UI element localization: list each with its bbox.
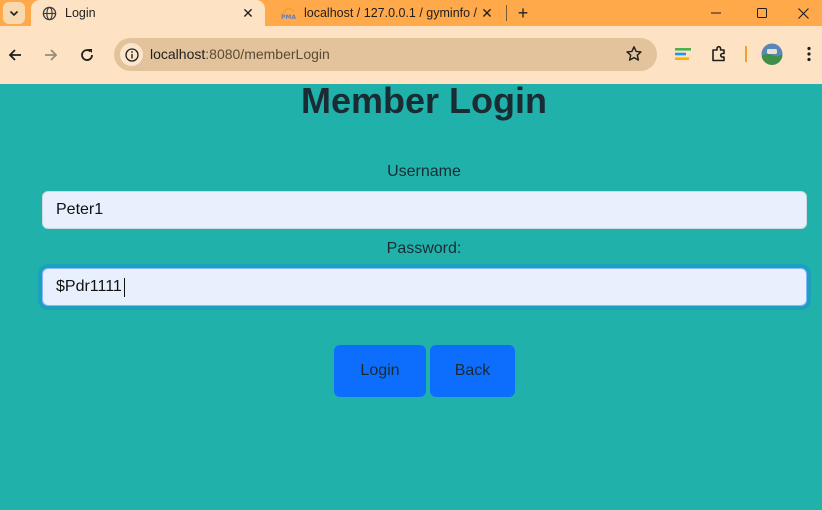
toolbar-divider [745,46,747,62]
back-nav-button[interactable] [2,42,28,68]
phpmyadmin-icon: PMA [280,5,296,21]
bookmark-star-icon[interactable] [625,45,643,63]
browser-toolbar: localhost:8080/memberLogin [0,26,822,84]
reading-list-icon[interactable] [672,43,694,65]
arrow-left-icon [8,49,21,61]
maximize-button[interactable] [739,0,785,26]
url-text[interactable]: localhost:8080/memberLogin [150,46,330,62]
tab-title: localhost / 127.0.0.1 / gyminfo / [304,6,478,20]
tab-title: Login [65,6,96,20]
username-label: Username [387,163,461,180]
maximize-icon [757,8,767,18]
page-title: Member Login [300,80,547,121]
menu-kebab-icon[interactable] [798,43,820,65]
close-tab-icon[interactable]: ✕ [239,4,257,22]
reload-button[interactable] [74,42,100,68]
page-content: Member Login Username Peter1 Password: $… [0,80,822,510]
back-button[interactable]: Back [430,345,515,397]
tab-phpmyadmin[interactable]: PMA localhost / 127.0.0.1 / gyminfo / ✕ [270,0,504,26]
close-icon [798,7,809,19]
arrow-right-icon [45,49,58,61]
username-input[interactable]: Peter1 [42,191,807,229]
close-tab-icon[interactable]: ✕ [478,4,496,22]
chevron-down-icon [9,10,19,17]
text-caret [123,277,125,297]
profile-avatar-icon[interactable] [761,43,783,65]
password-input[interactable]: $Pdr1111 [42,268,807,306]
tab-divider [506,5,507,21]
url-host: localhost [150,46,206,62]
tab-search-button[interactable] [3,2,25,24]
extensions-icon[interactable] [708,43,730,65]
url-path: :8080/memberLogin [205,46,330,62]
globe-icon [41,5,57,21]
forward-nav-button[interactable] [38,42,64,68]
close-window-button[interactable] [785,0,822,26]
username-value: Peter1 [56,201,104,218]
tab-strip: Login ✕ PMA localhost / 127.0.0.1 / gymi… [0,0,822,26]
reload-icon [81,49,93,61]
password-value: $Pdr1111 [56,278,122,295]
new-tab-button[interactable]: + [512,2,534,24]
password-label: Password: [386,240,462,257]
minimize-icon [711,12,721,14]
minimize-button[interactable] [693,0,739,26]
svg-text:PMA: PMA [281,14,296,20]
address-bar[interactable]: localhost:8080/memberLogin [114,38,657,71]
site-info-icon[interactable] [120,43,143,66]
login-button[interactable]: Login [334,345,426,397]
tab-login[interactable]: Login ✕ [31,0,265,26]
